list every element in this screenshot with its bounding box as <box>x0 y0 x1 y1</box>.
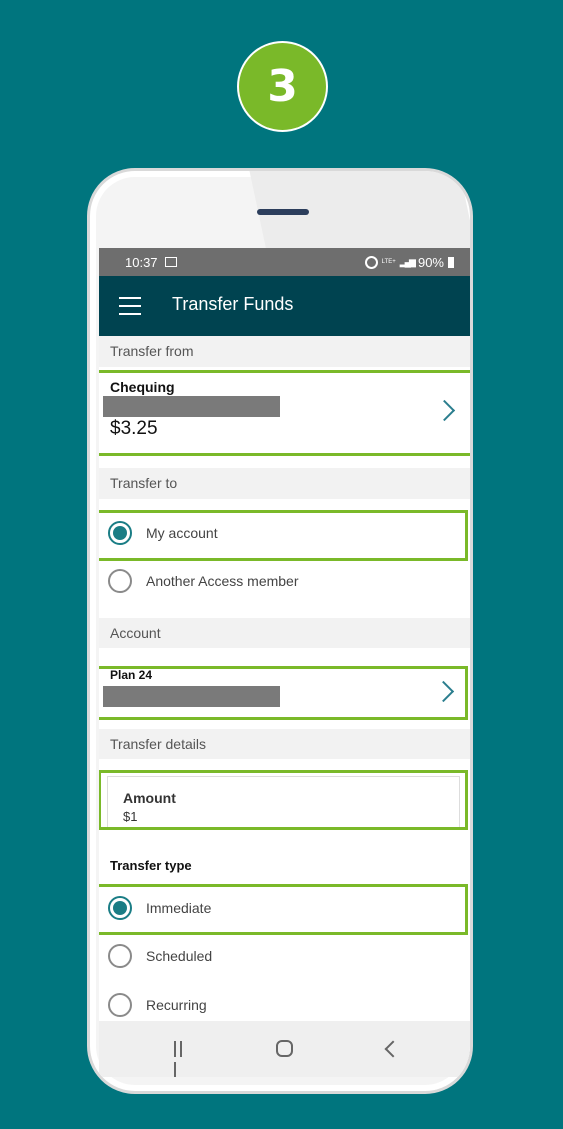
status-time: 10:37 <box>125 255 158 270</box>
radio-unselected-icon[interactable] <box>108 569 132 593</box>
chevron-right-icon[interactable] <box>433 399 456 422</box>
radio-unselected-icon[interactable] <box>108 944 132 968</box>
radio-label: Another Access member <box>146 573 299 589</box>
to-account-selector[interactable]: Plan 24 <box>99 667 470 717</box>
section-header-transfer-details: Transfer details <box>99 729 470 759</box>
battery-icon <box>448 257 454 268</box>
app-bar: Transfer Funds <box>99 276 470 336</box>
alarm-icon <box>364 256 378 269</box>
phone-speaker <box>257 209 309 215</box>
radio-label: Recurring <box>146 997 207 1013</box>
radio-label: Scheduled <box>146 948 213 964</box>
from-account-balance: $3.25 <box>110 418 158 439</box>
amount-input[interactable] <box>123 809 323 824</box>
status-indicators: LTE+ ▂▄▆ 90% <box>364 255 454 270</box>
status-bar: 10:37 LTE+ ▂▄▆ 90% <box>99 248 470 276</box>
recent-apps-icon[interactable] <box>174 1041 190 1077</box>
radio-label: My account <box>146 525 218 541</box>
step-number-badge: 3 <box>239 43 326 130</box>
transfer-type-label: Transfer type <box>110 858 192 873</box>
amount-label: Amount <box>123 790 176 806</box>
redacted-account-number <box>103 686 280 707</box>
radio-selected-icon[interactable] <box>108 896 132 920</box>
radio-option-scheduled[interactable]: Scheduled <box>99 933 470 981</box>
section-header-transfer-to: Transfer to <box>99 468 470 499</box>
radio-selected-icon[interactable] <box>108 521 132 545</box>
system-navigation-bar <box>99 1021 470 1077</box>
phone-frame: 10:37 LTE+ ▂▄▆ 90% Transfer Funds Transf… <box>87 168 473 1094</box>
transfer-from-account-selector[interactable]: Chequing $3.25 <box>99 367 470 452</box>
chevron-right-icon[interactable] <box>432 680 455 703</box>
redacted-account-number <box>103 396 280 417</box>
battery-percent: 90% <box>417 255 444 270</box>
back-icon[interactable] <box>384 1040 402 1058</box>
hamburger-menu-icon[interactable] <box>119 297 141 315</box>
section-header-account: Account <box>99 618 470 648</box>
from-account-name: Chequing <box>110 379 175 395</box>
page-title: Transfer Funds <box>172 294 294 314</box>
section-header-transfer-from: Transfer from <box>99 336 470 367</box>
radio-option-another-member[interactable]: Another Access member <box>99 558 470 606</box>
radio-option-immediate[interactable]: Immediate <box>99 885 470 933</box>
to-account-name: Plan 24 <box>110 668 153 682</box>
signal-icon: ▂▄▆ <box>399 257 416 267</box>
home-icon[interactable] <box>276 1040 293 1057</box>
lte-icon: LTE+ <box>381 259 396 265</box>
phone-screen: 10:37 LTE+ ▂▄▆ 90% Transfer Funds Transf… <box>99 248 470 1077</box>
radio-option-my-account[interactable]: My account <box>99 510 470 558</box>
amount-field[interactable]: Amount <box>107 776 460 830</box>
radio-label: Immediate <box>146 900 212 916</box>
radio-unselected-icon[interactable] <box>108 993 132 1017</box>
gallery-notification-icon <box>165 257 177 267</box>
